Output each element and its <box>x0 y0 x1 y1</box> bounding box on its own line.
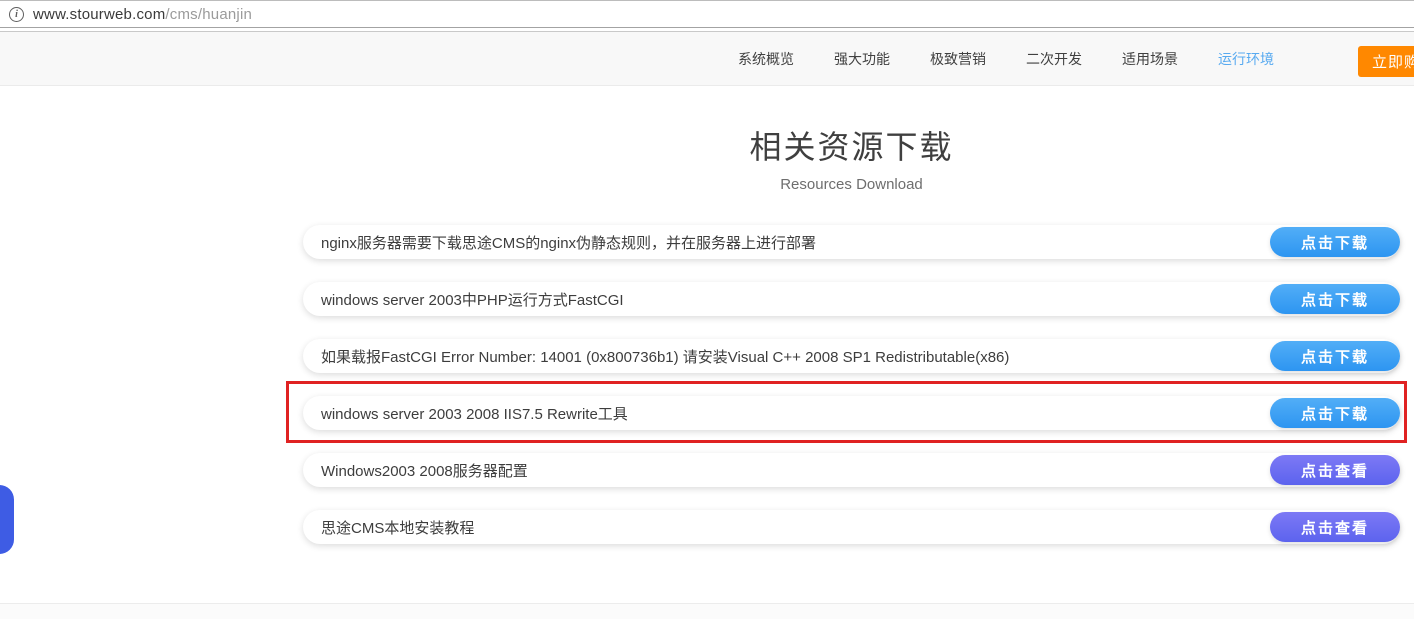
url-path: /cms/huanjin <box>165 6 252 23</box>
download-button[interactable]: 点击下载 <box>1270 341 1400 371</box>
page-title: 相关资源下载 <box>303 122 1400 168</box>
page-info-icon[interactable]: i <box>9 7 24 22</box>
url-text: www.stourweb.com/cms/huanjin <box>33 6 252 23</box>
resource-title: windows server 2003 2008 IIS7.5 Rewrite工… <box>321 403 628 424</box>
resource-title: windows server 2003中PHP运行方式FastCGI <box>321 289 624 310</box>
page-subtitle: Resources Download <box>303 176 1400 193</box>
resource-title: Windows2003 2008服务器配置 <box>321 460 528 481</box>
url-domain: www.stourweb.com <box>33 6 165 23</box>
next-section-divider <box>0 603 1414 619</box>
resource-row: Windows2003 2008服务器配置 点击查看 <box>303 453 1400 487</box>
view-button[interactable]: 点击查看 <box>1270 512 1400 542</box>
view-button[interactable]: 点击查看 <box>1270 455 1400 485</box>
resource-row: 如果载报FastCGI Error Number: 14001 (0x80073… <box>303 339 1400 373</box>
download-button[interactable]: 点击下载 <box>1270 284 1400 314</box>
resource-row: windows server 2003中PHP运行方式FastCGI 点击下载 <box>303 282 1400 316</box>
resource-list: nginx服务器需要下载思途CMS的nginx伪静态规则，并在服务器上进行部署 … <box>303 225 1400 567</box>
resource-row: nginx服务器需要下载思途CMS的nginx伪静态规则，并在服务器上进行部署 … <box>303 225 1400 259</box>
download-button[interactable]: 点击下载 <box>1270 227 1400 257</box>
floating-service-widget[interactable] <box>0 485 14 554</box>
download-button[interactable]: 点击下载 <box>1270 398 1400 428</box>
resource-title: nginx服务器需要下载思途CMS的nginx伪静态规则，并在服务器上进行部署 <box>321 232 816 253</box>
resource-row-highlighted: windows server 2003 2008 IIS7.5 Rewrite工… <box>303 396 1400 430</box>
main-content: 相关资源下载 Resources Download nginx服务器需要下载思途… <box>303 0 1400 193</box>
resource-row: 思途CMS本地安装教程 点击查看 <box>303 510 1400 544</box>
resource-title: 思途CMS本地安装教程 <box>321 517 474 538</box>
resource-title: 如果载报FastCGI Error Number: 14001 (0x80073… <box>321 346 1009 367</box>
